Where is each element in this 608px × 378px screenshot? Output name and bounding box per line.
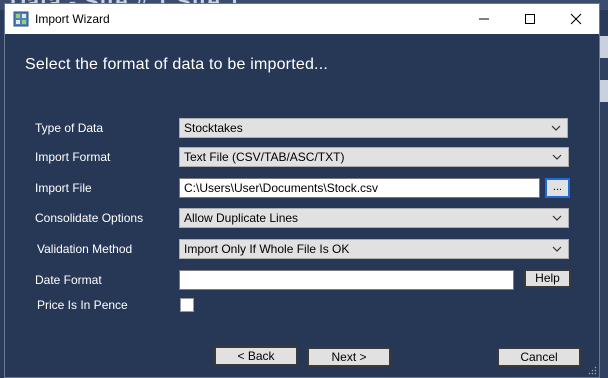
background-band	[600, 80, 608, 102]
minimize-button[interactable]	[461, 4, 507, 34]
import-file-input[interactable]: C:\Users\User\Documents\Stock.csv	[179, 178, 540, 198]
chevron-down-icon	[552, 154, 562, 160]
resize-grip-icon[interactable]	[587, 365, 597, 375]
validation-method-select[interactable]: Import Only If Whole File Is OK	[179, 239, 569, 259]
price-in-pence-checkbox[interactable]	[180, 298, 194, 312]
import-format-select[interactable]: Text File (CSV/TAB/ASC/TXT)	[179, 147, 569, 167]
import-format-label: Import Format	[35, 150, 111, 164]
chevron-down-icon	[552, 246, 562, 252]
consolidate-options-value: Allow Duplicate Lines	[184, 211, 299, 225]
minimize-icon	[479, 18, 489, 20]
cancel-button[interactable]: Cancel	[497, 347, 581, 367]
import-wizard-dialog: Import Wizard Select the format of data …	[4, 3, 600, 378]
validation-method-label: Validation Method	[37, 242, 133, 256]
import-wizard-icon	[13, 11, 29, 27]
consolidate-options-select[interactable]: Allow Duplicate Lines	[179, 208, 569, 228]
browse-button[interactable]: ...	[545, 178, 570, 198]
price-in-pence-label: Price Is In Pence	[37, 298, 128, 312]
back-button[interactable]: < Back	[214, 346, 298, 366]
page-heading: Select the format of data to be imported…	[25, 56, 328, 73]
background-band	[600, 36, 608, 58]
maximize-icon	[525, 14, 535, 24]
type-of-data-value: Stocktakes	[184, 121, 243, 135]
title-bar[interactable]: Import Wizard	[5, 4, 599, 34]
type-of-data-select[interactable]: Stocktakes	[179, 118, 568, 138]
consolidate-options-label: Consolidate Options	[35, 211, 144, 225]
chevron-down-icon	[551, 125, 561, 131]
date-format-input[interactable]	[179, 270, 514, 290]
type-of-data-label: Type of Data	[35, 121, 104, 135]
validation-method-value: Import Only If Whole File Is OK	[184, 242, 350, 256]
help-button[interactable]: Help	[524, 269, 571, 288]
chevron-down-icon	[552, 215, 562, 221]
close-button[interactable]	[553, 4, 599, 34]
import-format-value: Text File (CSV/TAB/ASC/TXT)	[184, 150, 345, 164]
maximize-button[interactable]	[507, 4, 553, 34]
next-button[interactable]: Next >	[307, 347, 391, 367]
background-app-edge	[600, 36, 608, 378]
close-icon	[570, 13, 582, 25]
date-format-label: Date Format	[35, 273, 102, 287]
window-title: Import Wizard	[35, 12, 110, 26]
import-file-label: Import File	[35, 181, 92, 195]
